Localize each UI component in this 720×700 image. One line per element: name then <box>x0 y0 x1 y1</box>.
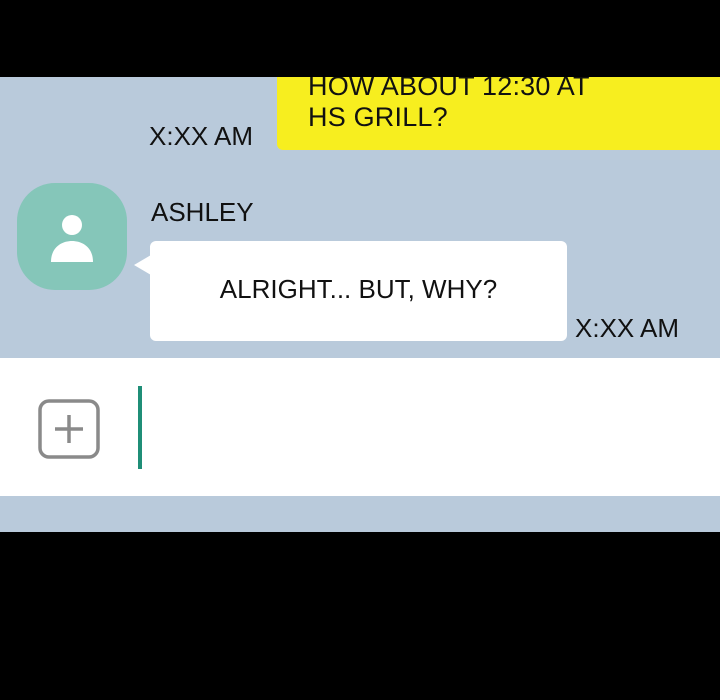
plus-square-icon <box>38 399 100 459</box>
incoming-bubble-tail <box>134 255 151 275</box>
incoming-message-timestamp: X:XX AM <box>575 313 680 343</box>
add-attachment-button[interactable] <box>38 399 100 459</box>
chat-screen: HOW ABOUT 12:30 AT HS GRILL? X:XX AM ASH… <box>0 0 720 700</box>
outgoing-message-timestamp: X:XX AM <box>149 121 254 151</box>
person-silhouette-icon <box>51 215 93 262</box>
contact-avatar[interactable] <box>17 183 127 290</box>
outgoing-message-line: HOW ABOUT 12:30 AT <box>308 77 590 101</box>
incoming-message-bubble[interactable]: ALRIGHT... BUT, WHY? <box>150 241 567 341</box>
chat-bottom-strip <box>0 496 720 532</box>
message-input[interactable] <box>133 378 697 480</box>
sender-name: ASHLEY <box>151 197 254 227</box>
message-composer <box>0 358 720 496</box>
text-cursor <box>138 386 142 469</box>
outgoing-message-bubble[interactable]: HOW ABOUT 12:30 AT HS GRILL? <box>277 77 720 150</box>
incoming-message-text: ALRIGHT... BUT, WHY? <box>219 274 498 304</box>
outgoing-message-line: HS GRILL? <box>308 102 448 132</box>
message-list[interactable]: HOW ABOUT 12:30 AT HS GRILL? X:XX AM ASH… <box>0 77 720 358</box>
